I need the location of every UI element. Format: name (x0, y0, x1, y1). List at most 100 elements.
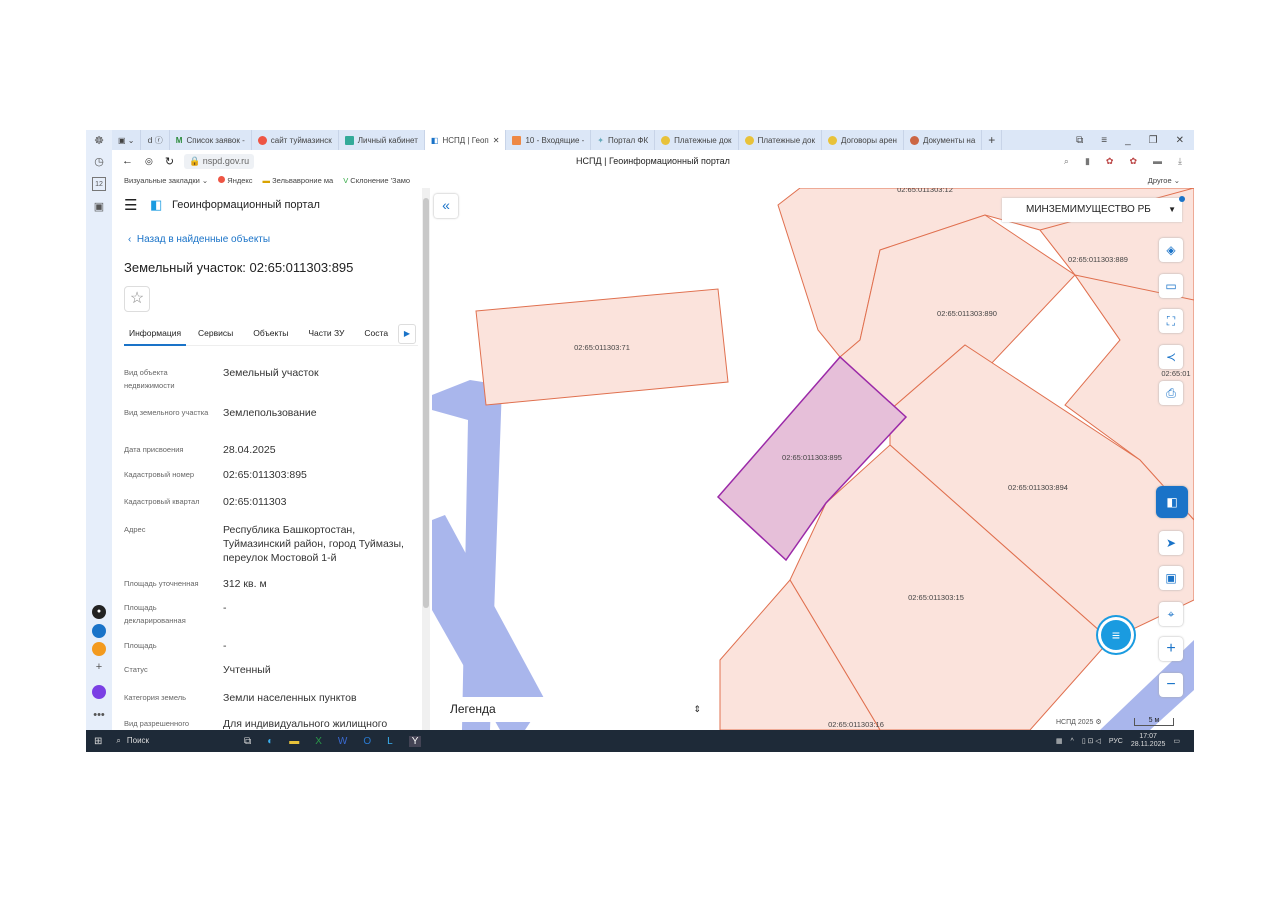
locate-icon[interactable]: ➤ (1159, 531, 1183, 555)
extension-icon[interactable]: ✿ (1129, 156, 1137, 167)
task-view-icon[interactable]: ⧉ (244, 736, 251, 747)
bookmark-icon[interactable]: ▮ (1085, 156, 1090, 167)
taskbar: ⊞ ⌕ Поиск ⧉ ◐ ▬ X W O L Y ▦ ^ ▯ ⊡ ◁ РУС 1… (86, 730, 1194, 752)
property-value: 02:65:011303 (223, 496, 287, 508)
minimize-icon[interactable]: _ (1125, 135, 1131, 146)
word-icon[interactable]: W (338, 736, 347, 747)
browser-tab[interactable]: Документы на (904, 130, 983, 150)
browser-tab[interactable]: Платежные док (655, 130, 739, 150)
browser-tab[interactable]: ✦ Портал ФК (591, 130, 656, 150)
tabs-scroll-right-icon[interactable]: ▶ (398, 324, 416, 344)
property-value: 312 кв. м (223, 578, 267, 590)
parcel-label: 02:65:011303:71 (574, 343, 630, 352)
protect-icon[interactable]: ◎ (145, 156, 153, 167)
search-icon[interactable]: ⌕ (1064, 156, 1069, 167)
taskbar-search[interactable]: ⌕ Поиск (116, 736, 149, 746)
more-icon[interactable]: ••• (92, 708, 106, 722)
back-link[interactable]: ‹ Назад в найденные объекты (128, 234, 270, 245)
close-window-icon[interactable]: ✕ (1176, 135, 1184, 146)
language-indicator[interactable]: РУС (1109, 738, 1123, 745)
ruler-icon[interactable]: ▭ (1159, 274, 1183, 298)
property-label: Категория земель (124, 693, 187, 702)
hamburger-menu-icon[interactable]: ☰ (124, 196, 137, 214)
app-icon[interactable]: ● (92, 605, 106, 619)
property-value: Земельный участок (223, 367, 319, 379)
tab-objects[interactable]: Объекты (241, 326, 296, 345)
network-icon[interactable]: ▯ ⊡ ◁ (1082, 737, 1101, 745)
tab-composition[interactable]: Соста (352, 326, 388, 345)
print-icon[interactable]: ⎙ (1159, 381, 1183, 405)
bookmark-item[interactable]: V Склонение 'Замо (343, 176, 410, 185)
map-canvas[interactable]: 02:65:011303:12 02:65:011303:889 02:65:011… (430, 188, 1194, 730)
tab-information[interactable]: Информация (124, 326, 187, 346)
download-icon[interactable]: ⤓ (1178, 156, 1182, 167)
windows-start-icon[interactable]: ⊞ (94, 736, 102, 747)
property-label: Адрес (124, 525, 146, 534)
tab-services[interactable]: Сервисы (186, 326, 241, 345)
bookmarks-other[interactable]: Другое ⌄ (1148, 176, 1194, 185)
registry-icon[interactable]: ◧ (1156, 486, 1188, 518)
legend-toggle[interactable]: Легенда ⇕ (440, 697, 713, 722)
tray-arrow-icon[interactable]: ^ (1071, 738, 1074, 745)
parcel-label: 02:65:011303:12 (897, 188, 953, 194)
new-tab-button[interactable]: + (982, 130, 1003, 150)
pinned-tabs[interactable]: ⅾ ⓡ (141, 130, 170, 150)
explorer-icon[interactable]: ▬ (289, 736, 299, 747)
browser-tab[interactable]: сайт туймазинск (252, 130, 339, 150)
restore-icon[interactable]: ❐ (1149, 135, 1158, 146)
mail-icon[interactable] (92, 642, 106, 656)
minimap-icon[interactable]: ▣ (1159, 566, 1183, 590)
app-icon[interactable]: L (387, 736, 393, 747)
tab-parts[interactable]: Части ЗУ (296, 326, 352, 345)
collections-icon[interactable]: ▣ (92, 200, 106, 214)
tab-icon: ✦ (597, 135, 604, 145)
browser-tab[interactable]: 10 - Входящие - (506, 130, 592, 150)
tabs-icon[interactable]: ⧉ (1076, 135, 1083, 146)
favorite-star-icon[interactable]: ☆ (124, 286, 150, 312)
outlook-icon[interactable]: O (363, 736, 371, 747)
close-tab-icon[interactable]: ✕ (493, 136, 500, 145)
browser-tab[interactable]: Платежные док (739, 130, 822, 150)
browser-window: ☸ ◷ 12 ▣ ● + ••• ▣ ⌄ ⅾ ⓡ M Список заявок … (86, 130, 1194, 752)
menu-icon[interactable]: ≡ (1101, 135, 1107, 146)
notifications-icon[interactable]: ▭ (1173, 737, 1180, 745)
add-icon[interactable]: + (92, 660, 106, 674)
collapse-panel-button[interactable]: « (434, 194, 458, 218)
keyboard-icon[interactable]: ▦ (1056, 737, 1063, 745)
share-icon[interactable]: ≺ (1159, 345, 1183, 369)
panel-scrollbar[interactable] (422, 188, 430, 730)
layers-icon[interactable]: ◈ (1159, 238, 1183, 262)
geo-search-icon[interactable]: ⌖ (1159, 602, 1183, 626)
browser-tab[interactable]: M Список заявок - (170, 130, 252, 150)
url-field[interactable]: 🔒 nspd.gov.ru (184, 153, 255, 169)
reload-icon[interactable]: ↻ (165, 155, 174, 168)
zoom-out-icon[interactable]: − (1159, 673, 1183, 697)
tab-icon (661, 135, 671, 145)
clock[interactable]: 17:07 28.11.2025 (1131, 733, 1166, 749)
bookmark-item[interactable]: Яндекс (218, 175, 253, 185)
page-title: НСПД | Геоинформационный портал (576, 156, 730, 166)
bookmark-item[interactable]: ▬ Зельвавроние ма (263, 176, 334, 185)
browser-tab-active[interactable]: ◧ НСПД | Геоп ✕ (424, 130, 507, 150)
back-icon[interactable]: ← (122, 155, 133, 167)
edge-icon[interactable]: ◐ (267, 736, 273, 747)
browser-tab[interactable]: Договоры арен (822, 130, 904, 150)
messenger-icon[interactable] (92, 624, 106, 638)
layer-select[interactable]: МИНЗЕМИМУЩЕСТВО РБ ▼ (1002, 198, 1182, 222)
yandex-browser-icon[interactable]: Y (408, 735, 422, 747)
zoom-in-icon[interactable]: + (1159, 637, 1183, 661)
extension-icon[interactable]: ▬ (1153, 156, 1162, 167)
chat-button[interactable]: ≡ (1101, 620, 1131, 650)
calendar-icon[interactable]: 12 (92, 177, 106, 191)
bookmark-item[interactable]: Визуальные закладки ⌄ (124, 176, 208, 185)
tab-group-icon[interactable]: ▣ ⌄ (112, 130, 142, 150)
extension-icon[interactable]: ✿ (1106, 156, 1114, 167)
browser-tab[interactable]: Личный кабинет (339, 130, 425, 150)
excel-icon[interactable]: X (315, 736, 322, 747)
scrollbar-thumb[interactable] (423, 198, 429, 608)
history-icon[interactable]: ◷ (92, 155, 106, 169)
select-area-icon[interactable]: ⛶ (1159, 309, 1183, 333)
bookmark-icon: ▬ (262, 175, 271, 185)
alice-icon[interactable] (92, 685, 106, 699)
map-view[interactable]: 02:65:011303:12 02:65:011303:889 02:65:011… (430, 188, 1194, 730)
